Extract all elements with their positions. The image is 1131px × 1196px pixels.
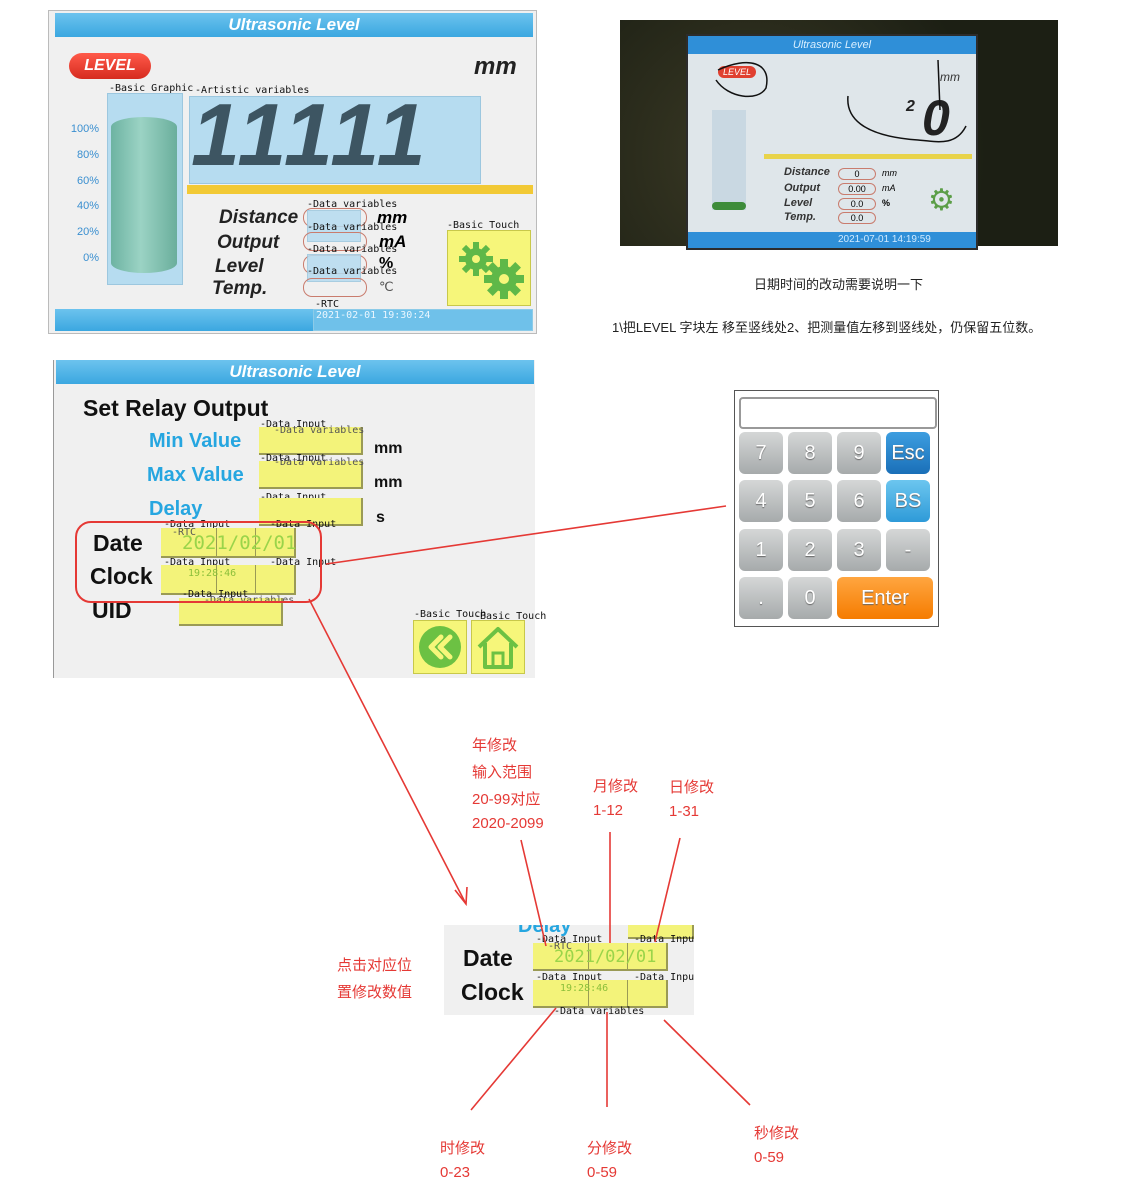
annotation-arrows <box>308 505 751 1111</box>
